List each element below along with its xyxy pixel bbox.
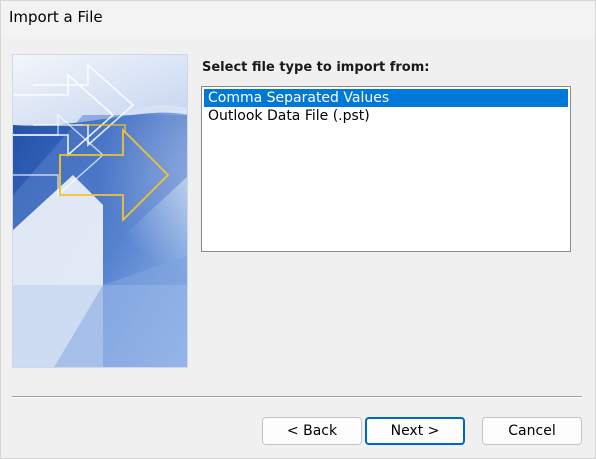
import-wizard-arrows-graphic <box>12 54 188 368</box>
window-title: Import a File <box>9 8 103 26</box>
wizard-art-icon <box>13 55 187 367</box>
next-button[interactable]: Next > <box>365 417 465 445</box>
back-button[interactable]: < Back <box>262 417 362 445</box>
title-bar: Import a File <box>1 1 595 37</box>
cancel-button[interactable]: Cancel <box>482 417 582 445</box>
file-type-list[interactable]: Comma Separated Values Outlook Data File… <box>201 86 571 252</box>
import-file-dialog: Import a File Select file type to import… <box>0 0 596 459</box>
list-item-pst[interactable]: Outlook Data File (.pst) <box>204 107 568 125</box>
list-item-csv[interactable]: Comma Separated Values <box>204 89 568 107</box>
button-separator <box>12 396 582 398</box>
file-type-prompt: Select file type to import from: <box>202 60 430 75</box>
